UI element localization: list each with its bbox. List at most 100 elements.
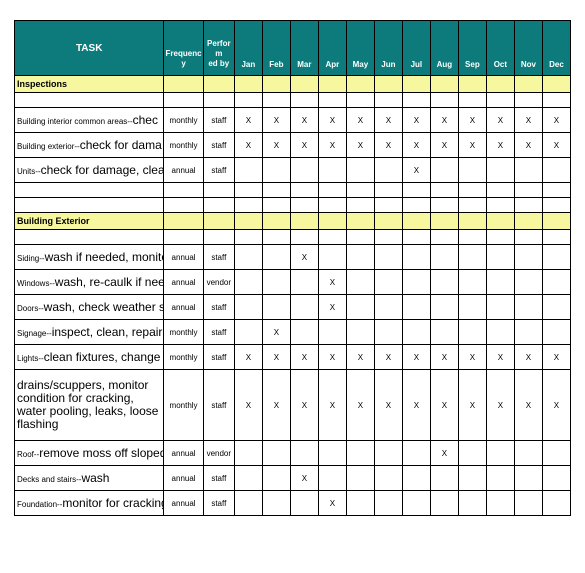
spacer-cell (290, 198, 318, 213)
spacer-cell (374, 198, 402, 213)
section-cell-blank (458, 213, 486, 230)
performed-by-cell: vendor (203, 270, 234, 295)
month-cell (542, 245, 570, 270)
header-row: TASK Frequency Performed by Jan Feb Mar … (15, 21, 571, 76)
month-cell: X (374, 133, 402, 158)
spacer-cell (15, 93, 164, 108)
month-cell: X (458, 370, 486, 441)
task-label-big: clean fixtures, change (44, 350, 161, 364)
task-label-small: Building interior common areas-- (17, 117, 133, 126)
section-cell-blank (402, 76, 430, 93)
spacer-row (15, 93, 571, 108)
month-cell: X (318, 108, 346, 133)
task-cell: Roof--remove moss off sloped (15, 441, 164, 466)
month-cell (402, 320, 430, 345)
table-row: drains/scuppers, monitor condition for c… (15, 370, 571, 441)
month-cell (234, 295, 262, 320)
month-cell (262, 245, 290, 270)
spacer-cell (290, 183, 318, 198)
spacer-cell (542, 230, 570, 245)
task-cell: Units--check for damage, clea (15, 158, 164, 183)
spacer-cell (542, 198, 570, 213)
month-cell: X (458, 108, 486, 133)
month-cell (486, 295, 514, 320)
header-month-mar: Mar (290, 21, 318, 76)
month-cell (290, 270, 318, 295)
table-row: Decks and stairs--washannualstaffX (15, 466, 571, 491)
section-cell-blank (402, 213, 430, 230)
section-cell-blank (203, 213, 234, 230)
spacer-cell (542, 93, 570, 108)
spacer-cell (318, 230, 346, 245)
month-cell (374, 295, 402, 320)
month-cell: X (374, 345, 402, 370)
month-cell: X (430, 108, 458, 133)
spacer-cell (262, 93, 290, 108)
month-cell (542, 158, 570, 183)
task-label-big: inspect, clean, repair (52, 325, 163, 339)
month-cell (486, 466, 514, 491)
task-label-small: Signage-- (17, 329, 52, 338)
month-cell: X (486, 133, 514, 158)
spacer-cell (430, 183, 458, 198)
month-cell (514, 466, 542, 491)
spacer-cell (458, 183, 486, 198)
task-label-small: Building exterior-- (17, 142, 80, 151)
month-cell (262, 441, 290, 466)
frequency-cell: monthly (164, 320, 203, 345)
task-cell: Building exterior--check for dama (15, 133, 164, 158)
month-cell (346, 320, 374, 345)
header-month-sep: Sep (458, 21, 486, 76)
performed-by-cell: staff (203, 320, 234, 345)
spacer-cell (402, 198, 430, 213)
month-cell (430, 491, 458, 516)
spacer-cell (262, 183, 290, 198)
month-cell (234, 158, 262, 183)
section-cell-blank (164, 213, 203, 230)
month-cell: X (290, 133, 318, 158)
task-label-small: Units-- (17, 167, 41, 176)
spacer-cell (486, 230, 514, 245)
month-cell (318, 245, 346, 270)
section-cell-blank (374, 213, 402, 230)
month-cell: X (514, 345, 542, 370)
month-cell: X (430, 345, 458, 370)
performed-by-cell: staff (203, 370, 234, 441)
month-cell: X (430, 370, 458, 441)
month-cell: X (262, 108, 290, 133)
spacer-cell (486, 183, 514, 198)
month-cell: X (402, 108, 430, 133)
section-cell-blank (514, 213, 542, 230)
task-label-big: check for dama (80, 138, 162, 152)
task-cell: Doors--wash, check weather st (15, 295, 164, 320)
month-cell (234, 491, 262, 516)
month-cell (346, 270, 374, 295)
spacer-cell (290, 93, 318, 108)
month-cell (374, 320, 402, 345)
month-cell (430, 245, 458, 270)
section-cell-blank (262, 76, 290, 93)
month-cell (346, 441, 374, 466)
month-cell (458, 320, 486, 345)
section-cell-blank (542, 213, 570, 230)
month-cell: X (234, 133, 262, 158)
section-cell-blank (430, 213, 458, 230)
month-cell (514, 441, 542, 466)
spacer-cell (234, 93, 262, 108)
month-cell (374, 466, 402, 491)
performed-by-cell: staff (203, 295, 234, 320)
month-cell (430, 320, 458, 345)
month-cell (402, 441, 430, 466)
month-cell (514, 320, 542, 345)
month-cell (290, 295, 318, 320)
month-cell (542, 295, 570, 320)
spacer-cell (164, 183, 203, 198)
month-cell (290, 441, 318, 466)
month-cell: X (346, 108, 374, 133)
task-label-big: drains/scuppers, monitor condition for c… (17, 378, 158, 431)
month-cell: X (318, 270, 346, 295)
month-cell: X (542, 345, 570, 370)
month-cell (262, 295, 290, 320)
month-cell (318, 320, 346, 345)
frequency-cell: annual (164, 491, 203, 516)
